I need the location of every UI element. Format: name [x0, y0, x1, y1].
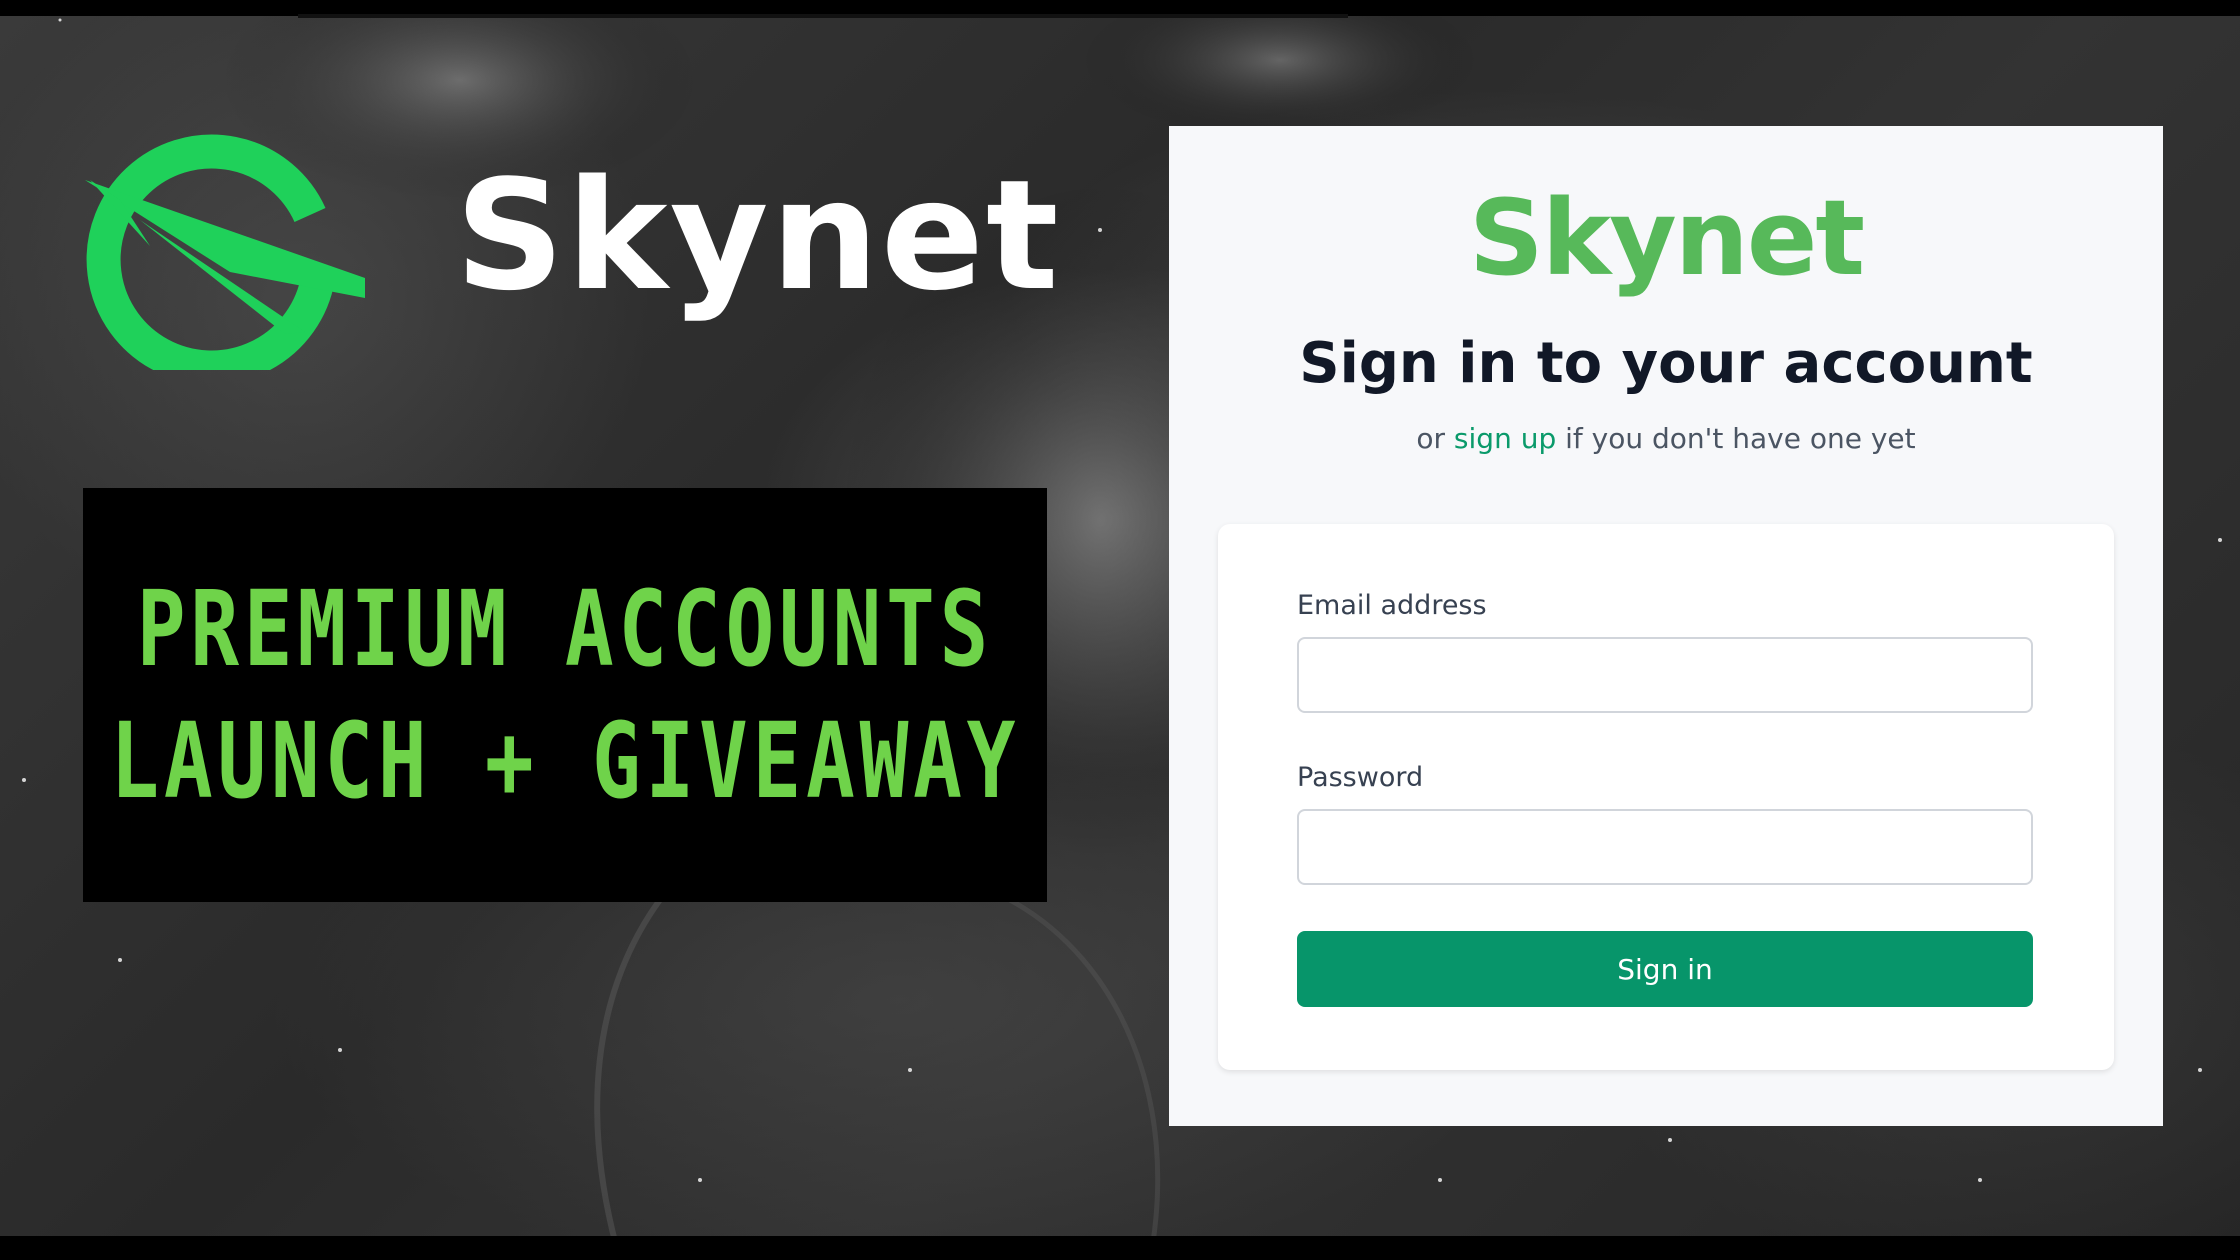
brand-wordmark: Skynet [455, 147, 1061, 324]
sign-in-button[interactable]: Sign in [1297, 931, 2033, 1007]
promo-headline-line-2: LAUNCH + GIVEAWAY [110, 700, 1020, 822]
password-label: Password [1297, 762, 1424, 793]
signup-link[interactable]: sign up [1454, 422, 1556, 455]
bottom-letterbox-bar [0, 1236, 2240, 1260]
email-label: Email address [1297, 590, 1487, 621]
page-title: Sign in to your account [1299, 331, 2033, 396]
signup-prompt-prefix: or [1416, 422, 1446, 455]
password-field[interactable] [1297, 809, 2033, 885]
signup-prompt: or sign up if you don't have one yet [1169, 422, 2163, 455]
signup-prompt-suffix: if you don't have one yet [1565, 422, 1916, 455]
background: Skynet PREMIUM ACCOUNTS LAUNCH + GIVEAWA… [0, 0, 2240, 1260]
top-accent-line [298, 14, 1348, 18]
panel-logo-wordmark: Skynet [1468, 177, 1865, 299]
promo-banner: PREMIUM ACCOUNTS LAUNCH + GIVEAWAY [83, 488, 1047, 902]
skynet-logo-icon [85, 134, 365, 370]
promo-headline-line-1: PREMIUM ACCOUNTS [136, 568, 994, 690]
login-panel: Skynet Sign in to your account or sign u… [1169, 126, 2163, 1126]
signin-form: Email address Password Sign in [1218, 524, 2114, 1070]
email-field[interactable] [1297, 637, 2033, 713]
